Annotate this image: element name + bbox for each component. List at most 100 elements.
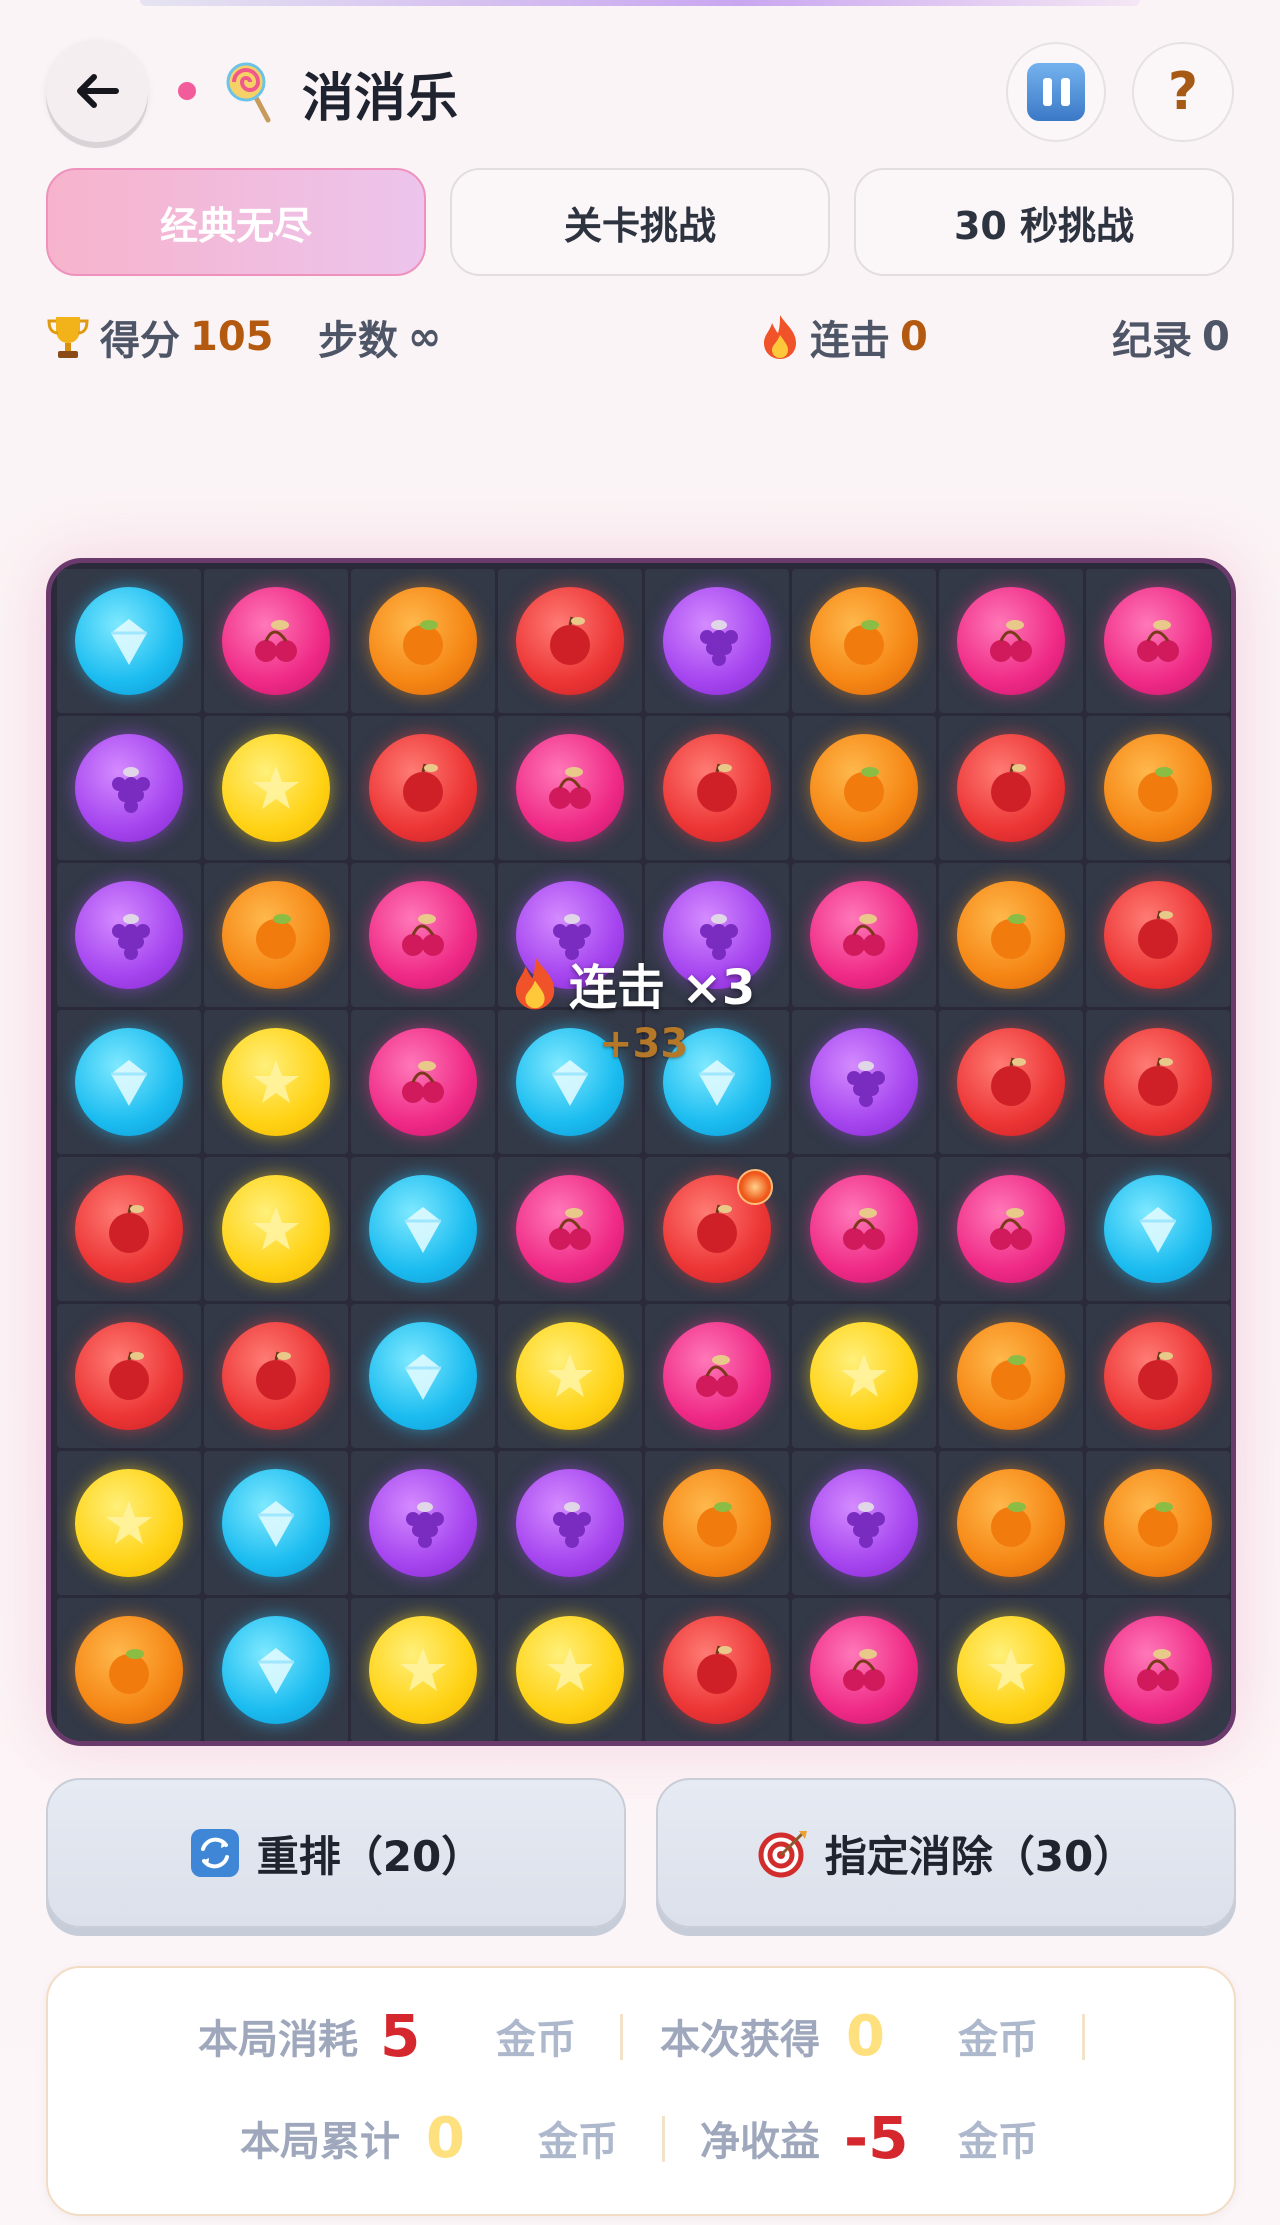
- help-button[interactable]: ?: [1132, 42, 1234, 142]
- board-cell[interactable]: [1086, 1157, 1230, 1301]
- board-cell[interactable]: [57, 1304, 201, 1448]
- board-cell[interactable]: [57, 1451, 201, 1595]
- back-button[interactable]: [46, 40, 148, 142]
- board-cell[interactable]: [351, 1451, 495, 1595]
- board-cell[interactable]: [645, 1157, 789, 1301]
- pause-button[interactable]: [1006, 42, 1106, 142]
- grape-gem-icon[interactable]: [75, 881, 183, 989]
- board-cell[interactable]: [351, 1598, 495, 1741]
- star-gem-icon[interactable]: [957, 1616, 1065, 1724]
- board-cell[interactable]: [645, 1451, 789, 1595]
- cherry-gem-icon[interactable]: [957, 587, 1065, 695]
- star-gem-icon[interactable]: [75, 1469, 183, 1577]
- star-gem-icon[interactable]: [222, 1028, 330, 1136]
- board-cell[interactable]: [939, 1451, 1083, 1595]
- board-cell[interactable]: [57, 716, 201, 860]
- cherry-gem-icon[interactable]: [516, 1175, 624, 1283]
- board-cell[interactable]: [204, 1451, 348, 1595]
- orange-gem-icon[interactable]: [75, 1616, 183, 1724]
- cherry-gem-icon[interactable]: [222, 587, 330, 695]
- board-cell[interactable]: [939, 1010, 1083, 1154]
- board-cell[interactable]: [792, 1304, 936, 1448]
- star-gem-icon[interactable]: [222, 1175, 330, 1283]
- board-cell[interactable]: [351, 863, 495, 1007]
- star-gem-icon[interactable]: [222, 734, 330, 842]
- board-cell[interactable]: [57, 1598, 201, 1741]
- cherry-gem-icon[interactable]: [516, 734, 624, 842]
- orange-gem-icon[interactable]: [369, 587, 477, 695]
- cherry-gem-icon[interactable]: [810, 1175, 918, 1283]
- board-cell[interactable]: [1086, 1010, 1230, 1154]
- apple-gem-icon[interactable]: [1104, 881, 1212, 989]
- diamond-gem-icon[interactable]: [369, 1175, 477, 1283]
- board-cell[interactable]: [57, 1010, 201, 1154]
- board-cell[interactable]: [1086, 1598, 1230, 1741]
- grape-gem-icon[interactable]: [75, 734, 183, 842]
- apple-gem-icon[interactable]: [516, 587, 624, 695]
- board-cell[interactable]: [645, 1598, 789, 1741]
- board-cell[interactable]: [204, 569, 348, 713]
- board-cell[interactable]: [792, 716, 936, 860]
- apple-gem-icon[interactable]: [75, 1175, 183, 1283]
- board-cell[interactable]: [939, 1598, 1083, 1741]
- apple-gem-icon[interactable]: [369, 734, 477, 842]
- cherry-gem-icon[interactable]: [1104, 587, 1212, 695]
- board-cell[interactable]: [645, 569, 789, 713]
- apple-gem-icon[interactable]: [222, 1322, 330, 1430]
- board-cell[interactable]: [351, 1304, 495, 1448]
- tab-30s-challenge[interactable]: 30 秒挑战: [854, 168, 1234, 276]
- board-cell[interactable]: [498, 1598, 642, 1741]
- board-cell[interactable]: [351, 1157, 495, 1301]
- grape-gem-icon[interactable]: [369, 1469, 477, 1577]
- orange-gem-icon[interactable]: [957, 881, 1065, 989]
- cherry-gem-icon[interactable]: [369, 881, 477, 989]
- board-cell[interactable]: [939, 569, 1083, 713]
- orange-gem-icon[interactable]: [810, 587, 918, 695]
- cherry-gem-icon[interactable]: [1104, 1616, 1212, 1724]
- cherry-gem-icon[interactable]: [810, 1616, 918, 1724]
- board-cell[interactable]: [498, 569, 642, 713]
- grape-gem-icon[interactable]: [810, 1469, 918, 1577]
- apple-gem-icon[interactable]: [957, 1028, 1065, 1136]
- apple-gem-icon[interactable]: [663, 1616, 771, 1724]
- star-gem-icon[interactable]: [516, 1616, 624, 1724]
- targeted-clear-button[interactable]: 指定消除（30）: [656, 1778, 1236, 1928]
- grape-gem-icon[interactable]: [663, 587, 771, 695]
- tab-classic-endless[interactable]: 经典无尽: [46, 168, 426, 276]
- cherry-gem-icon[interactable]: [957, 1175, 1065, 1283]
- orange-gem-icon[interactable]: [663, 1469, 771, 1577]
- board-cell[interactable]: [792, 1598, 936, 1741]
- star-gem-icon[interactable]: [810, 1322, 918, 1430]
- apple-gem-icon[interactable]: [1104, 1028, 1212, 1136]
- board-cell[interactable]: [204, 1010, 348, 1154]
- diamond-gem-icon[interactable]: [222, 1469, 330, 1577]
- orange-gem-icon[interactable]: [957, 1469, 1065, 1577]
- board-cell[interactable]: [204, 1157, 348, 1301]
- board-cell[interactable]: [792, 569, 936, 713]
- board-cell[interactable]: [939, 1157, 1083, 1301]
- board-cell[interactable]: [645, 1304, 789, 1448]
- apple-gem-icon[interactable]: [1104, 1322, 1212, 1430]
- board-cell[interactable]: [1086, 1304, 1230, 1448]
- orange-gem-icon[interactable]: [222, 881, 330, 989]
- diamond-gem-icon[interactable]: [1104, 1175, 1212, 1283]
- board-cell[interactable]: [792, 1451, 936, 1595]
- board-cell[interactable]: [1086, 716, 1230, 860]
- board-cell[interactable]: [498, 716, 642, 860]
- board-cell[interactable]: [939, 1304, 1083, 1448]
- diamond-gem-icon[interactable]: [75, 1028, 183, 1136]
- board-cell[interactable]: [498, 1304, 642, 1448]
- board-cell[interactable]: [204, 1304, 348, 1448]
- cherry-gem-icon[interactable]: [663, 1322, 771, 1430]
- diamond-gem-icon[interactable]: [222, 1616, 330, 1724]
- cherry-gem-icon[interactable]: [369, 1028, 477, 1136]
- board-cell[interactable]: [939, 716, 1083, 860]
- orange-gem-icon[interactable]: [957, 1322, 1065, 1430]
- grape-gem-icon[interactable]: [810, 1028, 918, 1136]
- board-cell[interactable]: [351, 569, 495, 713]
- board-cell[interactable]: [57, 1157, 201, 1301]
- board-cell[interactable]: [57, 863, 201, 1007]
- diamond-gem-icon[interactable]: [369, 1322, 477, 1430]
- board-cell[interactable]: [204, 863, 348, 1007]
- orange-gem-icon[interactable]: [810, 734, 918, 842]
